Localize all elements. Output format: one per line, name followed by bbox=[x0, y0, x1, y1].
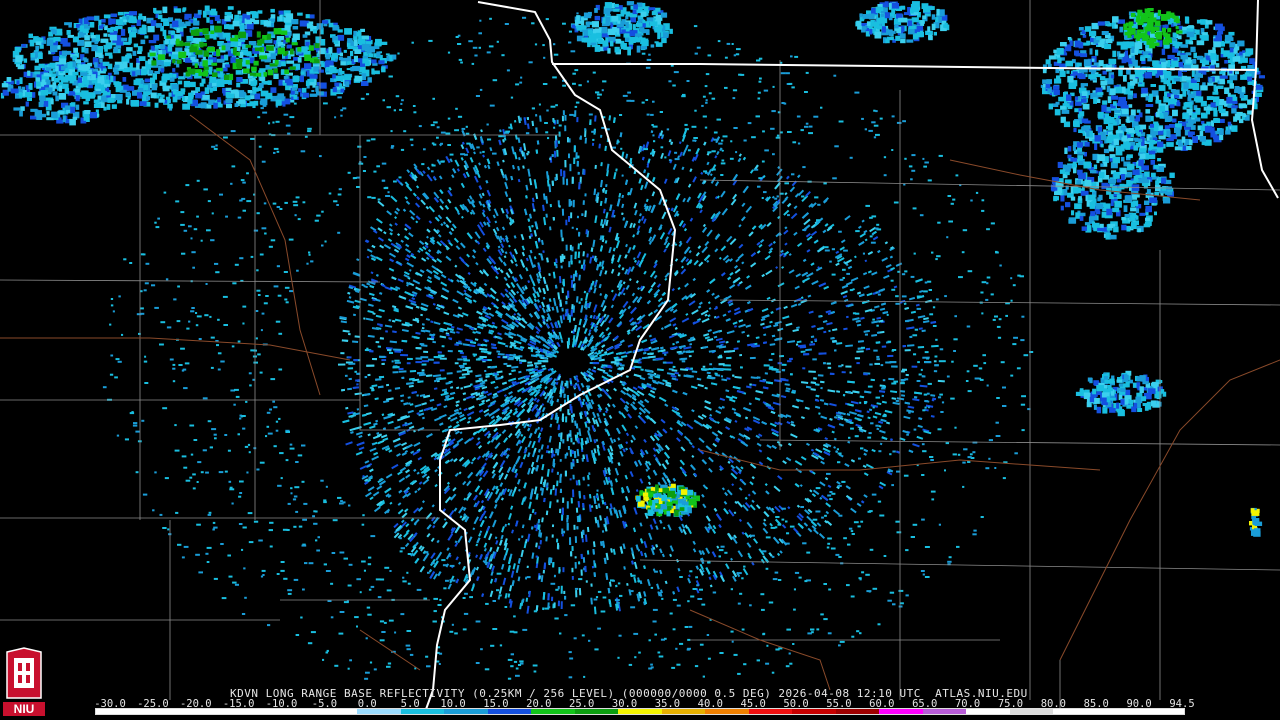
colorbar-segment bbox=[444, 709, 488, 714]
colorbar-segment bbox=[1009, 709, 1054, 714]
colorbar-segment bbox=[966, 709, 1010, 714]
colorbar-segment bbox=[139, 709, 184, 714]
colorbar-segment bbox=[792, 709, 836, 714]
colorbar-segment bbox=[96, 709, 140, 714]
radar-map bbox=[0, 0, 1280, 720]
niu-logo: NIU bbox=[3, 646, 45, 718]
colorbar-segment bbox=[357, 709, 401, 714]
colorbar-segment bbox=[879, 709, 923, 714]
colorbar-segment bbox=[661, 709, 706, 714]
colorbar-segment bbox=[748, 709, 793, 714]
reflectivity-colorbar bbox=[95, 708, 1185, 715]
colorbar-segment bbox=[574, 709, 619, 714]
colorbar-segment bbox=[400, 709, 445, 714]
colorbar-segment bbox=[487, 709, 532, 714]
colorbar-segment bbox=[1053, 709, 1097, 714]
colorbar-segment bbox=[705, 709, 749, 714]
colorbar-segment bbox=[226, 709, 271, 714]
colorbar-segment bbox=[313, 709, 358, 714]
colorbar-segment bbox=[922, 709, 967, 714]
colorbar-segment bbox=[1096, 709, 1141, 714]
colorbar-segment bbox=[1140, 709, 1184, 714]
colorbar-segment bbox=[183, 709, 227, 714]
colorbar-segment bbox=[270, 709, 314, 714]
colorbar-segment bbox=[531, 709, 575, 714]
colorbar-segment bbox=[835, 709, 880, 714]
colorbar-segment bbox=[618, 709, 662, 714]
scale-labels: -30.0 -25.0 -20.0 -15.0 -10.0 -5.0 0.0 5.0 10.0 1… bbox=[94, 698, 1194, 710]
